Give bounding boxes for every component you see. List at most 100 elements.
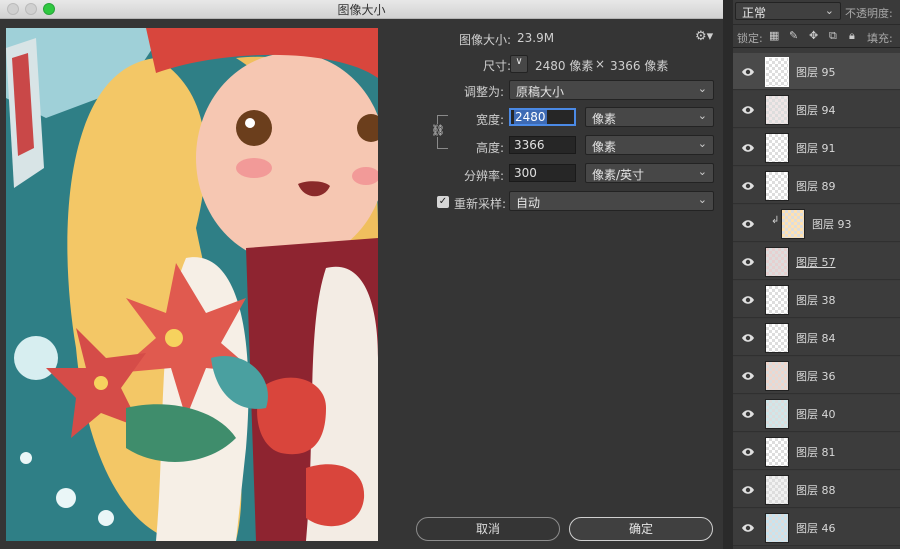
layer-thumbnail xyxy=(765,399,789,429)
eye-icon[interactable] xyxy=(741,216,755,230)
height-unit: 像素 xyxy=(592,140,617,154)
eye-icon[interactable] xyxy=(741,140,755,154)
chevron-updown-icon: ⌄ xyxy=(697,193,707,206)
chevron-updown-icon: ⌄ xyxy=(697,82,707,95)
eye-icon[interactable] xyxy=(741,254,755,268)
layer-name: 图层 46 xyxy=(796,522,836,535)
layer-name: 图层 81 xyxy=(796,446,836,459)
resample-checkbox[interactable]: ✓ xyxy=(437,196,449,208)
opacity-label: 不透明度: xyxy=(845,7,893,20)
eye-icon[interactable] xyxy=(741,444,755,458)
resolution-input-value: 300 xyxy=(514,166,537,180)
resample-label: 重新采样: xyxy=(454,197,507,211)
window-title: 图像大小 xyxy=(337,3,386,17)
eye-icon[interactable] xyxy=(741,102,755,116)
chevron-updown-icon: ⌄ xyxy=(697,137,707,150)
layer-thumbnail xyxy=(765,475,789,505)
lock-transparent-icon[interactable]: ▦ xyxy=(769,29,779,42)
preview-illustration xyxy=(6,28,378,541)
width-input[interactable]: 2480 xyxy=(509,108,576,126)
blend-mode-select[interactable]: 正常 ⌄ xyxy=(735,2,841,20)
panel-divider xyxy=(723,0,733,549)
layers-panel: 正常 ⌄ 不透明度: 锁定: ▦ ✎ ✥ ⧉ 🔒︎ 填充: 图层 95 图层 94… xyxy=(733,0,900,549)
layer-name: 图层 38 xyxy=(796,294,836,307)
blend-mode-value: 正常 xyxy=(742,6,767,20)
layer-name: 图层 95 xyxy=(796,66,836,79)
image-size-value: 23.9M xyxy=(517,31,555,45)
resolution-input[interactable]: 300 xyxy=(509,164,576,182)
layer-thumbnail xyxy=(765,513,789,543)
eye-icon[interactable] xyxy=(741,482,755,496)
resample-select[interactable]: 自动 ⌄ xyxy=(509,191,714,211)
layer-row[interactable]: 图层 81 xyxy=(733,433,900,470)
layer-row[interactable]: 图层 89 xyxy=(733,167,900,204)
fit-to-label: 调整为: xyxy=(463,85,504,99)
layer-name: 图层 40 xyxy=(796,408,836,421)
layer-row[interactable]: 图层 46 xyxy=(733,509,900,546)
gear-icon[interactable]: ⚙▾ xyxy=(695,29,713,44)
fit-to-select[interactable]: 原稿大小 ⌄ xyxy=(509,80,714,100)
cancel-button[interactable]: 取消 xyxy=(416,517,560,541)
layer-name: 图层 88 xyxy=(796,484,836,497)
width-unit-select[interactable]: 像素 ⌄ xyxy=(585,107,714,127)
layer-thumbnail xyxy=(765,171,789,201)
resolution-unit: 像素/英寸 xyxy=(592,168,645,182)
layer-row[interactable]: 图层 38 xyxy=(733,281,900,318)
eye-icon[interactable] xyxy=(741,368,755,382)
lock-all-icon[interactable]: 🔒︎ xyxy=(849,29,855,43)
chevron-updown-icon: ⌄ xyxy=(697,109,707,122)
layer-row[interactable]: 图层 94 xyxy=(733,91,900,128)
width-input-value: 2480 xyxy=(514,110,547,124)
eye-icon[interactable] xyxy=(741,64,755,78)
layer-row[interactable]: 图层 84 xyxy=(733,319,900,356)
ok-button[interactable]: 确定 xyxy=(569,517,713,541)
layer-name: 图层 36 xyxy=(796,370,836,383)
resolution-label: 分辨率: xyxy=(463,169,504,183)
chevron-updown-icon: ⌄ xyxy=(697,165,707,178)
lock-brush-icon[interactable]: ✎ xyxy=(789,29,798,42)
layer-thumbnail xyxy=(765,95,789,125)
dimensions-width: 2480 像素 xyxy=(535,59,594,73)
fit-to-value: 原稿大小 xyxy=(516,85,565,99)
layer-thumbnail xyxy=(781,209,805,239)
chevron-down-icon: ⌄ xyxy=(824,4,834,17)
dimensions-label: 尺寸: xyxy=(482,59,511,73)
dimensions-height: 3366 像素 xyxy=(610,59,669,73)
layer-row[interactable]: 图层 36 xyxy=(733,357,900,394)
eye-icon[interactable] xyxy=(741,406,755,420)
dimensions-times: × xyxy=(595,57,606,71)
resample-value: 自动 xyxy=(516,196,541,210)
resolution-unit-select[interactable]: 像素/英寸 ⌄ xyxy=(585,163,714,183)
layer-row[interactable]: 图层 95 xyxy=(733,53,900,90)
eye-icon[interactable] xyxy=(741,330,755,344)
layer-name: 图层 84 xyxy=(796,332,836,345)
width-unit: 像素 xyxy=(592,112,617,126)
layer-thumbnail xyxy=(765,437,789,467)
layer-name: 图层 91 xyxy=(796,142,836,155)
image-size-dialog: 图像大小: 23.9M ⚙▾ 尺寸: ∨ 2480 像素 × 3366 像素 调… xyxy=(0,19,723,549)
lock-artboard-icon[interactable]: ⧉ xyxy=(829,29,837,43)
chevron-down-icon[interactable]: ∨ xyxy=(510,55,528,73)
layer-thumbnail xyxy=(765,285,789,315)
clipping-mask-icon: ↲ xyxy=(771,215,780,226)
image-size-label: 图像大小: xyxy=(458,33,511,47)
layer-row[interactable]: 图层 88 xyxy=(733,471,900,508)
layer-row[interactable]: 图层 57 xyxy=(733,243,900,280)
lock-label: 锁定: xyxy=(737,32,763,45)
eye-icon[interactable] xyxy=(741,292,755,306)
layer-name: 图层 94 xyxy=(796,104,836,117)
lock-move-icon[interactable]: ✥ xyxy=(809,29,818,42)
image-preview[interactable] xyxy=(6,28,378,541)
layer-row[interactable]: ↲ 图层 93 xyxy=(733,205,900,242)
width-label: 宽度: xyxy=(475,113,504,127)
layer-thumbnail xyxy=(765,247,789,277)
layers-panel-header: 正常 ⌄ 不透明度: xyxy=(733,0,900,25)
eye-icon[interactable] xyxy=(741,178,755,192)
height-label: 高度: xyxy=(475,141,504,155)
height-unit-select[interactable]: 像素 ⌄ xyxy=(585,135,714,155)
layer-row[interactable]: 图层 40 xyxy=(733,395,900,432)
height-input[interactable]: 3366 xyxy=(509,136,576,154)
layer-row[interactable]: 图层 91 xyxy=(733,129,900,166)
eye-icon[interactable] xyxy=(741,520,755,534)
layer-thumbnail xyxy=(765,57,789,87)
